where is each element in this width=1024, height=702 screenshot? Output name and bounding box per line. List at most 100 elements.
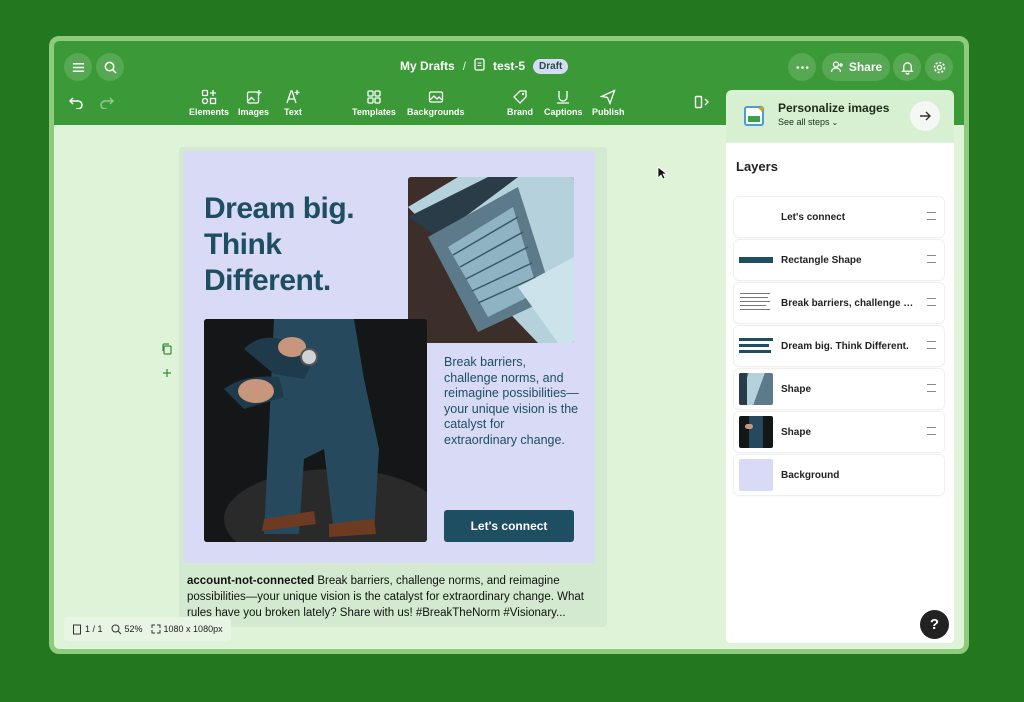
images-icon (246, 90, 262, 104)
layer-thumbnail (739, 330, 773, 362)
design-cta-button[interactable]: Let's connect (444, 510, 574, 542)
tool-brand[interactable]: Brand (507, 89, 533, 117)
breadcrumb: My Drafts / test-5 Draft (400, 58, 569, 74)
add-user-icon (830, 61, 843, 73)
drag-handle-icon[interactable] (927, 341, 936, 349)
tool-publish[interactable]: Publish (592, 89, 625, 117)
layer-item[interactable]: Break barriers, challenge norms, and rei… (734, 283, 944, 323)
building-image (408, 177, 574, 343)
businessman-photo[interactable] (204, 319, 427, 542)
layer-thumbnail (739, 201, 773, 233)
personalize-title: Personalize images (778, 101, 890, 115)
see-all-steps-label: See all steps (778, 117, 830, 127)
brand-tag-icon (513, 90, 527, 104)
drag-handle-icon[interactable] (927, 212, 936, 220)
layer-item[interactable]: Let's connect (734, 197, 944, 237)
layer-name: Rectangle Shape (781, 254, 862, 266)
add-page-button[interactable] (161, 366, 173, 384)
elements-icon (201, 89, 217, 105)
layer-name: Shape (781, 426, 812, 438)
undo-button[interactable] (68, 95, 84, 114)
drag-handle-icon[interactable] (927, 298, 936, 306)
design-headline[interactable]: Dream big. Think Different. (204, 191, 394, 299)
layer-thumbnail (739, 373, 773, 405)
canvas-card: Dream big. Think Different. Break barrie… (179, 147, 607, 627)
expand-icon (151, 624, 161, 634)
layer-item[interactable]: Dream big. Think Different. (734, 326, 944, 366)
plus-icon (163, 369, 171, 377)
building-photo[interactable] (408, 177, 574, 343)
redo-button[interactable] (99, 95, 115, 114)
tool-captions[interactable]: Captions (544, 89, 583, 117)
layer-name: Background (781, 469, 840, 481)
layer-item[interactable]: Shape (734, 369, 944, 409)
bell-icon (900, 61, 914, 75)
settings-button[interactable] (925, 53, 953, 81)
design-artboard[interactable]: Dream big. Think Different. Break barrie… (183, 151, 595, 563)
tool-images[interactable]: Images (238, 89, 269, 117)
zoom-level: 52% (124, 624, 143, 634)
drag-handle-icon[interactable] (927, 255, 936, 263)
help-button[interactable]: ? (920, 610, 949, 639)
layer-item[interactable]: Background (734, 455, 944, 495)
mouse-cursor-icon (657, 166, 669, 185)
gear-icon (933, 61, 945, 73)
page-counter-text: 1 / 1 (85, 624, 103, 634)
layers-title: Layers (736, 159, 778, 174)
duplicate-page-button[interactable] (161, 342, 173, 360)
drag-handle-icon[interactable] (927, 384, 936, 392)
share-button[interactable]: Share (822, 53, 890, 81)
duplicate-icon (162, 343, 172, 355)
layer-thumbnail (739, 287, 773, 319)
redo-icon (100, 97, 115, 110)
tool-backgrounds[interactable]: Backgrounds (407, 89, 465, 117)
toggle-panel-button[interactable] (694, 95, 710, 114)
design-body-text[interactable]: Break barriers, challenge norms, and rei… (444, 355, 579, 448)
canvas-size-text: 1080 x 1080px (163, 624, 223, 634)
personalize-banner[interactable]: ✦ Personalize images See all steps ⌄ (726, 90, 954, 142)
tool-label: Publish (592, 107, 625, 117)
layer-thumbnail (739, 459, 773, 491)
undo-icon (68, 97, 83, 110)
layer-item[interactable]: Shape (734, 412, 944, 452)
layer-name: Break barriers, challenge norms, and rei… (781, 297, 916, 309)
post-caption[interactable]: account-not-connected Break barriers, ch… (187, 573, 591, 621)
text-icon (286, 90, 300, 104)
layer-name: Shape (781, 383, 812, 395)
send-icon (600, 89, 616, 105)
document-name[interactable]: test-5 (493, 59, 525, 73)
panel-toggle-icon (694, 95, 709, 109)
canvas-size[interactable]: 1080 x 1080px (151, 624, 223, 634)
page-counter[interactable]: 1 / 1 (72, 624, 103, 635)
caption-account: account-not-connected (187, 575, 315, 587)
tool-label: Elements (189, 107, 230, 117)
search-button[interactable] (96, 53, 124, 81)
share-label: Share (848, 60, 883, 74)
zoom-control[interactable]: 52% (111, 624, 143, 635)
status-bar: 1 / 1 52% 1080 x 1080px (64, 617, 231, 641)
see-all-steps-link[interactable]: See all steps ⌄ (778, 117, 838, 127)
menu-button[interactable] (64, 53, 92, 81)
tool-templates[interactable]: Templates (352, 89, 396, 117)
notifications-button[interactable] (893, 53, 921, 81)
breadcrumb-my-drafts[interactable]: My Drafts (400, 59, 455, 73)
tool-label: Captions (544, 107, 583, 117)
more-options-button[interactable] (788, 53, 816, 81)
tool-text[interactable]: Text (284, 89, 302, 117)
page-icon (73, 624, 81, 634)
captions-icon (557, 91, 570, 104)
layer-item[interactable]: Rectangle Shape (734, 240, 944, 280)
search-icon (104, 61, 117, 74)
tool-label: Templates (352, 107, 396, 117)
drag-handle-icon[interactable] (927, 427, 936, 435)
document-icon (474, 58, 485, 74)
chevron-down-icon: ⌄ (831, 117, 839, 127)
tool-elements[interactable]: Elements (189, 89, 229, 117)
personalize-next-button[interactable] (910, 101, 940, 131)
arrow-right-icon (920, 111, 931, 121)
tool-label: Backgrounds (407, 107, 465, 117)
layers-panel: Layers Let's connect Rectangle Shape Bre… (726, 143, 954, 643)
backgrounds-icon (428, 91, 443, 103)
businessman-image (204, 319, 427, 542)
tool-label: Text (284, 107, 302, 117)
